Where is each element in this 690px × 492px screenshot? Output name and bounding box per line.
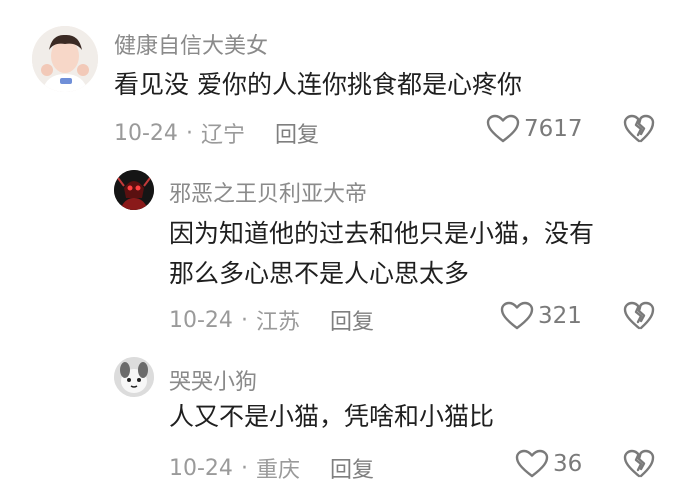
separator: ·: [240, 307, 248, 333]
dislike-button[interactable]: [623, 301, 655, 335]
username[interactable]: 邪恶之王贝利亚大帝: [169, 176, 367, 208]
comment-2: 邪恶之王贝利亚大帝 因为知道他的过去和他只是小猫，没有 那么多心思不是人心思太多…: [0, 160, 690, 345]
comment-location: 辽宁: [200, 123, 245, 148]
comment-text: 因为知道他的过去和他只是小猫，没有 那么多心思不是人心思太多: [169, 214, 594, 294]
broken-heart-icon: [623, 449, 655, 478]
username[interactable]: 健康自信大美女: [114, 28, 268, 60]
comment-1: 健康自信大美女 看见没 爱你的人连你挑食都是心疼你 10-24 · 辽宁 回复 …: [0, 0, 690, 160]
like-count: 321: [538, 303, 582, 329]
comment-text-line: 那么多心思不是人心思太多: [169, 259, 470, 288]
avatar-user-3[interactable]: [114, 357, 154, 397]
comment-text: 看见没 爱你的人连你挑食都是心疼你: [114, 70, 522, 99]
comment-meta: 10-24 · 辽宁 回复: [114, 117, 319, 149]
reply-button[interactable]: 回复: [330, 452, 374, 484]
reply-button[interactable]: 回复: [330, 304, 374, 336]
comment-location: 江苏: [255, 310, 300, 335]
reply-button[interactable]: 回复: [275, 117, 319, 149]
broken-heart-icon: [623, 301, 655, 330]
comment-3: 哭哭小狗 人又不是小猫，凭啥和小猫比 10-24 · 重庆 回复 36: [0, 345, 690, 492]
comment-location: 重庆: [255, 458, 300, 483]
heart-outline-icon: [500, 301, 534, 330]
comment-meta: 10-24 · 重庆 回复: [169, 452, 374, 484]
avatar-user-1[interactable]: [32, 26, 98, 92]
comment-date: 10-24: [169, 307, 233, 333]
like-button[interactable]: 36: [515, 449, 582, 479]
like-button[interactable]: 7617: [486, 114, 583, 144]
comment-text: 人又不是小猫，凭啥和小猫比: [169, 402, 495, 431]
separator: ·: [185, 120, 193, 146]
comment-date: 10-24: [114, 120, 178, 146]
avatar-user-2[interactable]: [114, 170, 154, 210]
comment-text-line: 因为知道他的过去和他只是小猫，没有: [169, 219, 595, 248]
username[interactable]: 哭哭小狗: [169, 364, 257, 396]
like-button[interactable]: 321: [500, 301, 582, 331]
comment-meta: 10-24 · 江苏 回复: [169, 304, 374, 336]
comment-date: 10-24: [169, 455, 233, 481]
dislike-button[interactable]: [623, 114, 655, 148]
like-count: 7617: [524, 116, 583, 142]
dislike-button[interactable]: [623, 449, 655, 483]
heart-outline-icon: [486, 114, 520, 143]
separator: ·: [240, 455, 248, 481]
heart-outline-icon: [515, 449, 549, 478]
like-count: 36: [553, 451, 583, 477]
broken-heart-icon: [623, 114, 655, 143]
